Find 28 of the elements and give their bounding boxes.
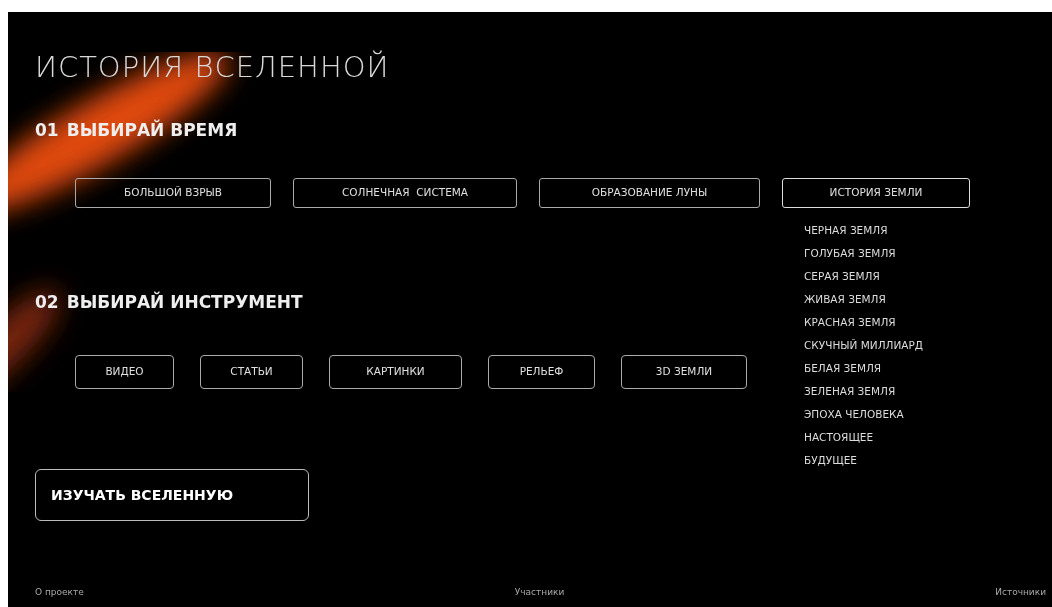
era-button[interactable]: ОБРАЗОВАНИЕ ЛУНЫ	[539, 177, 760, 208]
section-heading: ВЫБИРАЙ ИНСТРУМЕНТ	[66, 290, 303, 314]
section-number: 02	[35, 290, 59, 314]
submenu-item[interactable]: ЖИВАЯ ЗЕМЛЯ	[804, 290, 886, 308]
era-button[interactable]: БОЛЬШОЙ ВЗРЫВ	[75, 177, 271, 208]
submenu-item[interactable]: ЧЕРНАЯ ЗЕМЛЯ	[804, 221, 888, 239]
submenu-item[interactable]: БУДУЩЕЕ	[804, 451, 857, 469]
submenu-item[interactable]: ЗЕЛЕНАЯ ЗЕМЛЯ	[804, 382, 896, 400]
tool-button[interactable]: ВИДЕО	[75, 355, 174, 389]
tool-button[interactable]: СТАТЬИ	[200, 355, 303, 389]
submenu-item[interactable]: СЕРАЯ ЗЕМЛЯ	[804, 267, 880, 285]
section-number: 01	[35, 119, 59, 142]
submenu-item[interactable]: БЕЛАЯ ЗЕМЛЯ	[804, 359, 882, 377]
tool-button[interactable]: КАРТИНКИ	[329, 355, 462, 389]
era-button[interactable]: ИСТОРИЯ ЗЕМЛИ	[782, 177, 970, 208]
submenu-item[interactable]: ГОЛУБАЯ ЗЕМЛЯ	[804, 244, 896, 262]
submenu-item[interactable]: КРАСНАЯ ЗЕМЛЯ	[804, 313, 896, 331]
era-button[interactable]: СОЛНЕЧНАЯ СИСТЕМА	[293, 177, 517, 208]
submenu-item[interactable]: ЭПОХА ЧЕЛОВЕКА	[804, 405, 904, 423]
tool-button[interactable]: РЕЛЬЕФ	[488, 355, 595, 389]
section-heading: ВЫБИРАЙ ВРЕМЯ	[66, 118, 238, 142]
footer-link[interactable]: Источники	[995, 585, 1046, 599]
tool-button[interactable]: 3D ЗЕМЛИ	[621, 355, 747, 389]
explore-button[interactable]: ИЗУЧАТЬ ВСЕЛЕННУЮ	[35, 469, 309, 521]
submenu-item[interactable]: НАСТОЯЩЕЕ	[804, 428, 874, 446]
submenu-item[interactable]: СКУЧНЫЙ МИЛЛИАРД	[804, 336, 923, 354]
footer-link[interactable]: Участники	[514, 585, 565, 599]
footer-link[interactable]: О проекте	[35, 585, 84, 599]
